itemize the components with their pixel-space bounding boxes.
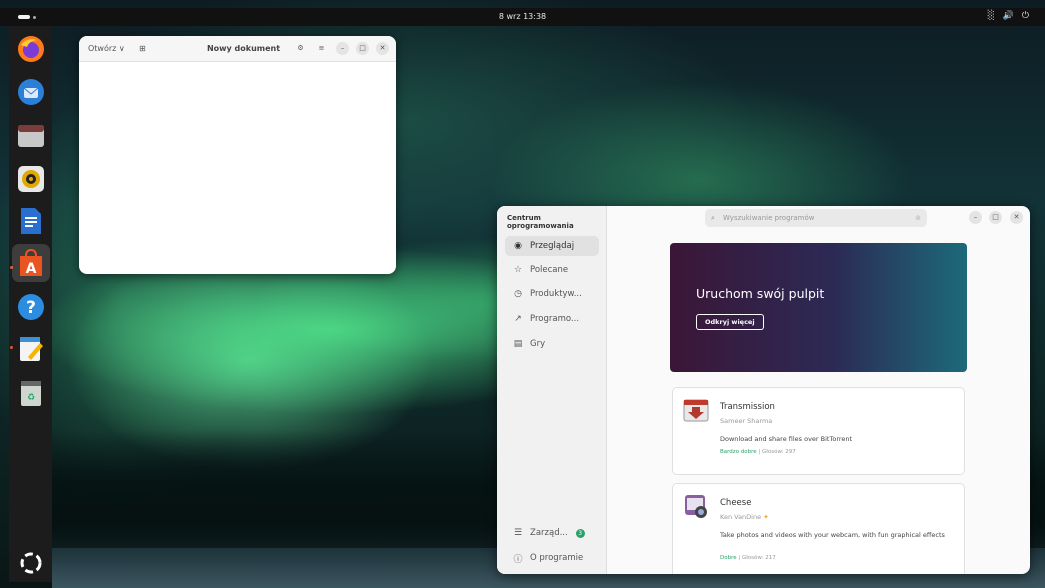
svg-text:A: A	[26, 261, 37, 277]
app-description: Take photos and videos with your webcam,…	[720, 531, 945, 539]
top-bar: 8 wrz 13:38 ░ 🔊 ⏻	[0, 8, 1045, 26]
text-editor-icon[interactable]	[16, 334, 46, 364]
nav-about[interactable]: ⓘ O programie	[505, 548, 599, 568]
help-icon[interactable]: ?	[16, 292, 46, 322]
cheese-icon	[683, 493, 709, 519]
nav-label: Przeglądaj	[530, 241, 575, 251]
maximize-icon[interactable]: □	[356, 42, 369, 55]
volume-icon[interactable]: 🔊	[1003, 11, 1014, 21]
maximize-icon[interactable]: □	[989, 211, 1002, 224]
show-apps-icon[interactable]	[16, 548, 46, 578]
info-icon: ⓘ	[513, 554, 523, 565]
discover-more-button[interactable]: Odkryj więcej	[696, 314, 764, 330]
featured-banner[interactable]: Uruchom swój pulpit Odkryj więcej	[670, 243, 967, 372]
app-rating: Dobre | Głosów: 217	[720, 555, 776, 561]
app-card[interactable]: Transmission Sameer Sharma Download and …	[672, 387, 965, 475]
power-icon[interactable]: ⏻	[1022, 11, 1029, 21]
search-input[interactable]: ⌕ Wyszukiwanie programów ⊗	[705, 209, 927, 227]
software-center-window[interactable]: Centrum oprogramowania ◉ Przeglądaj ☆ Po…	[497, 206, 1030, 574]
nav-featured[interactable]: ☆ Polecane	[505, 260, 599, 280]
running-indicator	[10, 346, 13, 349]
nav-label: Produktyw...	[530, 289, 582, 299]
close-icon[interactable]: ✕	[1010, 211, 1023, 224]
search-icon: ⌕	[711, 214, 715, 222]
list-icon: ☰	[513, 528, 523, 538]
compass-icon: ◉	[514, 241, 522, 251]
author-name: Ken VanDine	[720, 513, 762, 521]
transmission-icon	[683, 397, 709, 423]
svg-text:♻: ♻	[27, 393, 35, 403]
nav-label: Zarząd...	[530, 528, 568, 538]
network-icon[interactable]: ░	[988, 11, 995, 21]
app-rating: Bardzo dobre | Głosów: 297	[720, 449, 796, 455]
nav-manage[interactable]: ☰ Zarząd... 3	[505, 523, 599, 543]
rhythmbox-icon[interactable]	[16, 164, 46, 194]
rating-label: Bardzo dobre	[720, 449, 757, 455]
thunderbird-icon[interactable]	[16, 77, 46, 107]
app-card[interactable]: Cheese Ken VanDine ✦ Take photos and vid…	[672, 483, 965, 574]
text-editor-window[interactable]: Otwórz ∨ ⊞ Nowy dokument ⚙ ≡ – □ ✕	[79, 36, 396, 274]
nav-development[interactable]: ↗ Programo...	[505, 309, 599, 329]
app-name: Cheese	[720, 498, 752, 508]
minimize-icon[interactable]: –	[336, 42, 349, 55]
trash-icon[interactable]: ♻	[16, 378, 46, 408]
app-author: Sameer Sharma	[720, 417, 773, 425]
nav-label: O programie	[530, 553, 584, 563]
vote-count: | Głosów: 217	[738, 555, 776, 561]
nav-label: Programo...	[530, 314, 580, 324]
menu-icon[interactable]: ≡	[315, 42, 328, 55]
writer-icon[interactable]	[16, 206, 46, 236]
nav-label: Gry	[530, 339, 546, 349]
nav-productivity[interactable]: ◷ Produktyw...	[505, 284, 599, 304]
star-icon: ☆	[513, 265, 523, 275]
app-title: Centrum oprogramowania	[507, 214, 574, 230]
app-author: Ken VanDine ✦	[720, 513, 769, 521]
clear-icon[interactable]: ⊗	[915, 209, 921, 227]
banner-title: Uruchom swój pulpit	[696, 286, 825, 301]
gamepad-icon: ▤	[513, 339, 523, 349]
software-icon[interactable]: A	[12, 244, 50, 282]
rating-label: Dobre	[720, 555, 737, 561]
text-area[interactable]	[79, 62, 396, 274]
dock: A ? ♻	[9, 26, 52, 582]
gear-icon[interactable]: ⚙	[294, 42, 307, 55]
vote-count: | Głosów: 297	[758, 449, 796, 455]
editor-headerbar: Otwórz ∨ ⊞ Nowy dokument ⚙ ≡ – □ ✕	[79, 36, 396, 62]
wrench-icon: ↗	[514, 314, 522, 324]
search-placeholder: Wyszukiwanie programów	[723, 214, 815, 222]
system-tray[interactable]: ░ 🔊 ⏻	[988, 11, 1029, 21]
close-icon[interactable]: ✕	[376, 42, 389, 55]
clock[interactable]: 8 wrz 13:38	[0, 12, 1045, 21]
clock-icon: ◷	[514, 289, 522, 299]
sidebar: Centrum oprogramowania ◉ Przeglądaj ☆ Po…	[497, 206, 607, 574]
svg-text:?: ?	[26, 298, 36, 318]
files-icon[interactable]	[16, 121, 46, 151]
verified-icon: ✦	[763, 513, 769, 521]
nav-label: Polecane	[530, 265, 569, 275]
firefox-icon[interactable]	[16, 34, 46, 64]
app-name: Transmission	[720, 402, 775, 412]
minimize-icon[interactable]: –	[969, 211, 982, 224]
app-description: Download and share files over BitTorrent	[720, 435, 853, 443]
nav-browse[interactable]: ◉ Przeglądaj	[505, 236, 599, 256]
nav-games[interactable]: ▤ Gry	[505, 334, 599, 354]
updates-badge: 3	[575, 528, 585, 538]
main-content: ⌕ Wyszukiwanie programów ⊗ – □ ✕ Uruchom…	[608, 206, 1030, 574]
